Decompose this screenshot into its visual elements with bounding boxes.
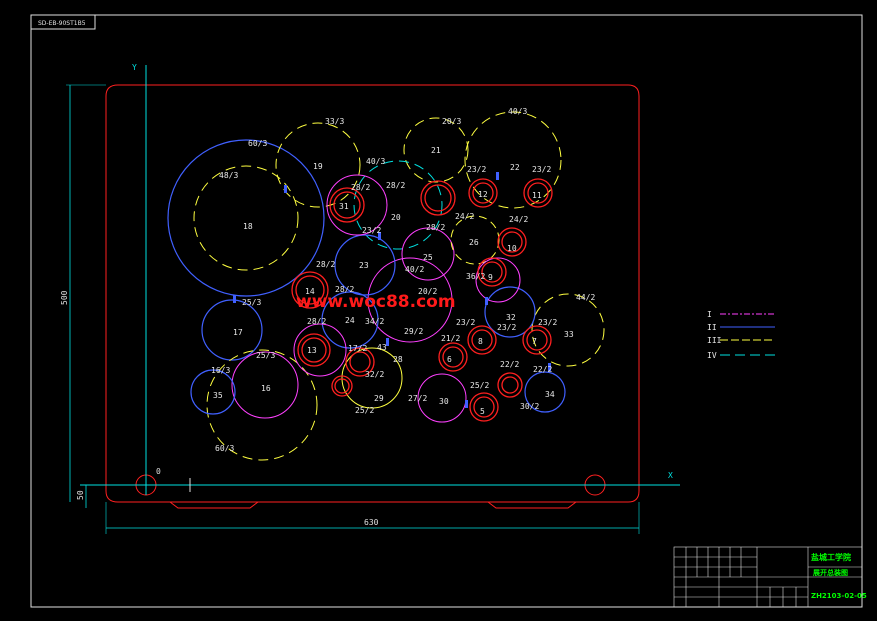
legend-label-4: IV xyxy=(707,351,717,360)
svg-text:16: 16 xyxy=(261,384,271,393)
legend-label-2: II xyxy=(707,323,717,332)
svg-text:28/2: 28/2 xyxy=(386,181,405,190)
foot-left xyxy=(169,501,259,509)
cad-drawing: SD-EB-90ST1B5 Y X 0 500 50 630 18 60/3 4… xyxy=(0,0,877,621)
svg-text:5: 5 xyxy=(480,407,485,416)
svg-text:28/2: 28/2 xyxy=(307,317,326,326)
svg-text:20/3: 20/3 xyxy=(442,117,461,126)
svg-text:44/2: 44/2 xyxy=(576,293,595,302)
svg-text:36/2: 36/2 xyxy=(466,272,485,281)
svg-text:23: 23 xyxy=(359,261,369,270)
svg-text:21: 21 xyxy=(431,146,441,155)
svg-text:30/2: 30/2 xyxy=(520,402,539,411)
gear-20 xyxy=(353,160,443,250)
svg-text:21/2: 21/2 xyxy=(441,334,460,343)
svg-text:40/3: 40/3 xyxy=(366,157,385,166)
svg-text:35: 35 xyxy=(213,391,223,400)
svg-text:43: 43 xyxy=(377,343,387,352)
svg-text:10: 10 xyxy=(507,244,517,253)
svg-text:9: 9 xyxy=(488,273,493,282)
svg-text:40/3: 40/3 xyxy=(508,107,527,116)
svg-text:24/2: 24/2 xyxy=(509,215,528,224)
svg-text:28/2: 28/2 xyxy=(316,260,335,269)
svg-text:8: 8 xyxy=(478,337,483,346)
height-dim: 500 xyxy=(60,290,69,305)
svg-text:26: 26 xyxy=(469,238,479,247)
svg-text:29/2: 29/2 xyxy=(404,327,423,336)
svg-text:25/2: 25/2 xyxy=(470,381,489,390)
svg-text:20: 20 xyxy=(391,213,401,222)
watermark: www.woc88.com xyxy=(296,292,456,312)
svg-text:24: 24 xyxy=(345,316,355,325)
foot-right xyxy=(487,501,577,509)
x-axis-label: X xyxy=(668,471,673,480)
svg-text:28/2: 28/2 xyxy=(426,223,445,232)
svg-text:22/2: 22/2 xyxy=(533,365,552,374)
svg-text:18: 18 xyxy=(243,222,253,231)
origin-label: 0 xyxy=(156,467,161,476)
svg-text:25/3: 25/3 xyxy=(242,298,261,307)
drawing-number: ZH2103-02-05 xyxy=(811,592,867,600)
legend-label-1: I xyxy=(707,310,712,319)
gear-18-inner xyxy=(193,165,299,271)
svg-text:31: 31 xyxy=(339,202,349,211)
svg-text:27/2: 27/2 xyxy=(408,394,427,403)
svg-text:29: 29 xyxy=(374,394,384,403)
svg-text:60/3: 60/3 xyxy=(248,139,267,148)
svg-text:12: 12 xyxy=(478,190,488,199)
svg-text:17/2: 17/2 xyxy=(348,344,367,353)
svg-text:23/2: 23/2 xyxy=(497,323,516,332)
drawing-name: 展开总装图 xyxy=(812,568,848,577)
y-axis-label: Y xyxy=(132,63,137,72)
svg-text:23/2: 23/2 xyxy=(456,318,475,327)
svg-text:60/3: 60/3 xyxy=(215,444,234,453)
svg-text:22: 22 xyxy=(510,163,520,172)
svg-text:25/2: 25/2 xyxy=(355,406,374,415)
svg-text:33: 33 xyxy=(564,330,574,339)
svg-text:23/2: 23/2 xyxy=(538,318,557,327)
gear-18-outer xyxy=(167,139,325,297)
svg-text:30: 30 xyxy=(439,397,449,406)
svg-text:32: 32 xyxy=(506,313,516,322)
school-name: 盐城工学院 xyxy=(811,552,851,562)
svg-text:34/2: 34/2 xyxy=(365,317,384,326)
svg-text:25: 25 xyxy=(423,253,433,262)
svg-text:17: 17 xyxy=(233,328,243,337)
svg-text:32/2: 32/2 xyxy=(365,370,384,379)
drawing-canvas: SD-EB-90ST1B5 Y X 0 500 50 630 18 60/3 4… xyxy=(30,14,867,608)
svg-text:22/2: 22/2 xyxy=(500,360,519,369)
svg-text:28/2: 28/2 xyxy=(351,183,370,192)
svg-text:34: 34 xyxy=(545,390,555,399)
svg-text:23/2: 23/2 xyxy=(532,165,551,174)
offset-dim: 50 xyxy=(76,490,85,500)
svg-text:23/2: 23/2 xyxy=(362,226,381,235)
svg-text:25/3: 25/3 xyxy=(256,351,275,360)
svg-text:7: 7 xyxy=(532,337,537,346)
svg-text:19: 19 xyxy=(313,162,323,171)
svg-text:33/3: 33/3 xyxy=(325,117,344,126)
svg-text:6: 6 xyxy=(447,355,452,364)
svg-text:11: 11 xyxy=(532,191,542,200)
legend-label-3: III xyxy=(707,336,722,345)
header-tag: SD-EB-90ST1B5 xyxy=(38,20,86,27)
svg-text:16/3: 16/3 xyxy=(211,366,230,375)
svg-text:28: 28 xyxy=(393,355,403,364)
svg-text:23/2: 23/2 xyxy=(467,165,486,174)
line-legend: I II III IV xyxy=(707,310,775,360)
svg-text:24/2: 24/2 xyxy=(455,212,474,221)
svg-text:13: 13 xyxy=(307,346,317,355)
svg-text:48/3: 48/3 xyxy=(219,171,238,180)
svg-text:40/2: 40/2 xyxy=(405,265,424,274)
width-dim: 630 xyxy=(364,518,379,527)
